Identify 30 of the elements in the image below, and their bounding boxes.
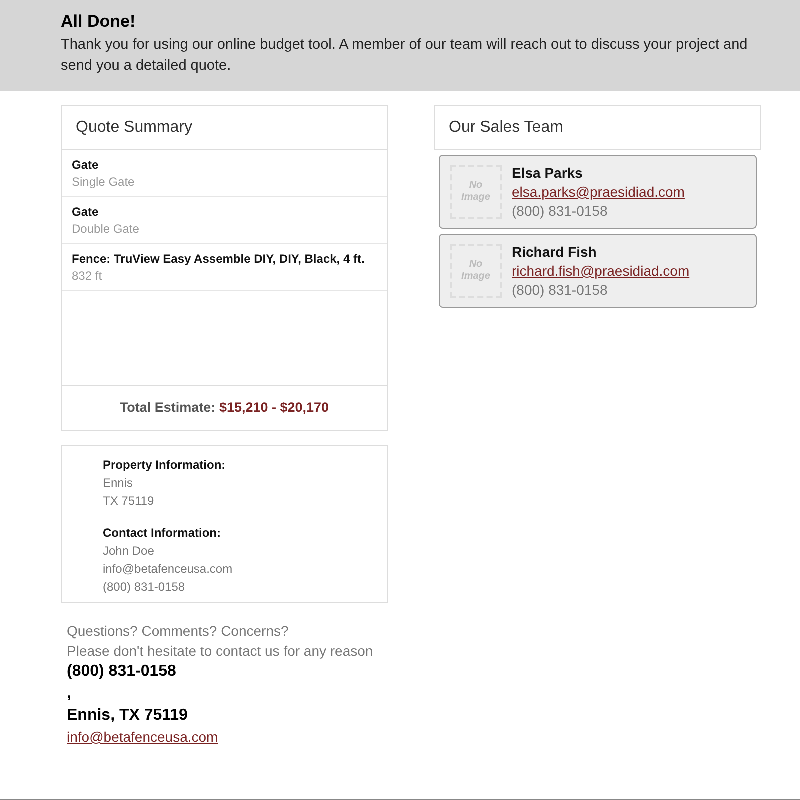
- info-line: John Doe: [103, 544, 156, 558]
- member-phone: (800) 831-0158: [512, 203, 609, 219]
- member-name: Elsa Parks: [512, 165, 584, 181]
- contact-text: Please don't hesitate to contact us for any reason: [67, 643, 374, 659]
- contact-phone: (800) 831-0158: [67, 663, 178, 681]
- info-line: Ennis: [103, 476, 134, 490]
- panel-title: Our Sales Team: [448, 118, 564, 138]
- info-line: (800) 831-0158: [103, 580, 186, 594]
- info-heading: Property Information:: [103, 458, 227, 472]
- total-estimate: Total Estimate: $15,210 - $20,170: [118, 399, 330, 417]
- item-detail: Single Gate: [72, 175, 136, 189]
- item-detail: 832 ft: [72, 269, 104, 283]
- panel-title: Quote Summary: [62, 106, 387, 150]
- email-link[interactable]: elsa.parks@praesidiad.com: [512, 184, 685, 200]
- info-line: info@betafenceusa.com: [103, 562, 234, 576]
- contact-address: Ennis, TX 75119: [67, 707, 189, 725]
- item-name: Fence: TruView Easy Assemble DIY, DIY, Black, 4 ft.: [72, 252, 366, 266]
- item-name: Gate: [72, 205, 100, 219]
- item-detail: Double Gate: [72, 222, 140, 236]
- contact-text: Questions? Comments? Concerns?: [67, 623, 290, 639]
- item-name: Gate: [72, 158, 100, 172]
- info-heading: Contact Information:: [103, 526, 222, 540]
- banner-title: All Done!: [61, 12, 137, 32]
- info-line: TX 75119: [103, 494, 156, 508]
- banner-message: Thank you for using our online budget tool. A member of our team will reach out to discuss your project and send you a detailed quote.: [61, 36, 749, 76]
- member-name: Richard Fish: [512, 244, 598, 260]
- email-link[interactable]: info@betafenceusa.com: [67, 729, 218, 745]
- comma-text: ,: [67, 685, 72, 703]
- member-phone: (800) 831-0158: [512, 282, 609, 298]
- email-link[interactable]: richard.fish@praesidiad.com: [512, 263, 690, 279]
